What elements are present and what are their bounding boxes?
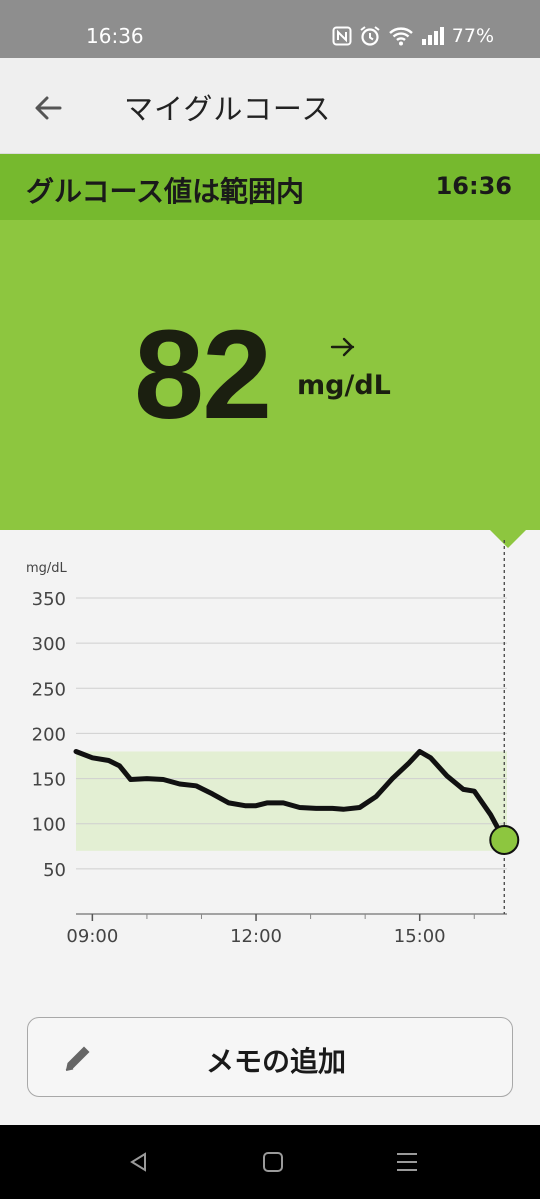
status-icons: 77% bbox=[332, 22, 494, 50]
current-reading-panel: 82 mg/dL bbox=[0, 220, 540, 548]
y-tick-label: 150 bbox=[32, 770, 66, 791]
target-range-band bbox=[76, 751, 507, 851]
battery-level: 77% bbox=[451, 25, 494, 47]
nav-back-button[interactable] bbox=[124, 1147, 154, 1177]
recents-menu-icon bbox=[397, 1153, 417, 1171]
glucose-value: 82 bbox=[134, 304, 272, 445]
y-tick-label: 250 bbox=[32, 679, 66, 700]
y-tick-label: 100 bbox=[32, 815, 66, 836]
x-tick-label: 12:00 bbox=[230, 926, 282, 947]
arrow-left-icon bbox=[35, 96, 62, 120]
y-tick-label: 50 bbox=[43, 860, 66, 881]
add-memo-label: メモの追加 bbox=[205, 1045, 346, 1078]
nav-recents-button[interactable] bbox=[392, 1147, 422, 1177]
nav-home-button[interactable] bbox=[258, 1147, 288, 1177]
add-memo-button[interactable]: メモの追加 bbox=[27, 1017, 513, 1097]
alarm-icon bbox=[359, 25, 381, 47]
home-square-icon bbox=[263, 1152, 283, 1172]
glucose-chart: mg/dL 350 300 250 200 150 100 50 09:00 12:00 15:0… bbox=[0, 530, 540, 970]
current-reading-point bbox=[489, 824, 520, 855]
page-title: マイグルコース bbox=[124, 92, 332, 126]
back-triangle-icon bbox=[130, 1152, 146, 1172]
back-button[interactable] bbox=[28, 88, 68, 128]
x-tick-label: 15:00 bbox=[394, 926, 446, 947]
y-tick-label: 350 bbox=[32, 589, 66, 610]
status-bar: 16:36 77% bbox=[0, 0, 540, 58]
system-nav-bar bbox=[0, 1125, 540, 1199]
glucose-status-strip: グルコース値は範囲内 16:36 bbox=[0, 154, 540, 220]
status-time: 16:36 bbox=[86, 24, 144, 48]
glucose-chart-svg: mg/dL 350 300 250 200 150 100 50 09:00 12:00 15:0… bbox=[26, 540, 520, 947]
y-tick-label: 200 bbox=[32, 724, 66, 745]
wifi-icon bbox=[388, 25, 414, 47]
reading-time: 16:36 bbox=[435, 172, 512, 200]
nfc-icon bbox=[332, 26, 352, 46]
app-bar: マイグルコース bbox=[0, 58, 540, 154]
y-tick-label: 300 bbox=[32, 634, 66, 655]
signal-icon bbox=[421, 26, 445, 46]
arrow-right-icon bbox=[330, 337, 355, 357]
glucose-unit: mg/dL bbox=[297, 370, 391, 401]
glucose-status-label: グルコース値は範囲内 bbox=[26, 175, 305, 208]
x-tick-label: 09:00 bbox=[66, 926, 118, 947]
y-axis-label: mg/dL bbox=[26, 561, 68, 576]
